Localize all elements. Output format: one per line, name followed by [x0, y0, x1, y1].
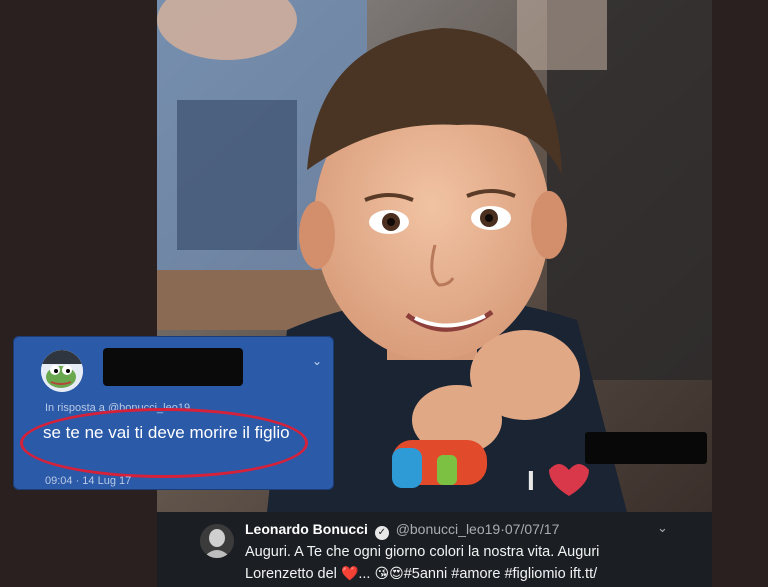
svg-text:I: I [527, 465, 535, 496]
tweet-author-name[interactable]: Leonardo Bonucci [245, 521, 368, 537]
main-tweet-card: Leonardo Bonucci ✓ @bonucci_leo19·07/07/… [157, 512, 712, 587]
tweet-header: Leonardo Bonucci ✓ @bonucci_leo19·07/07/… [245, 521, 559, 540]
reply-tweet-card: ⌄ In risposta a @bonucci_leo19 se te ne … [13, 336, 334, 490]
tweet-ellipsis: ... [358, 566, 371, 582]
redaction-bar [585, 432, 707, 464]
profile-avatar-icon [200, 524, 234, 558]
chevron-down-icon[interactable]: ⌄ [312, 354, 322, 368]
frog-avatar-icon [41, 350, 83, 392]
emoji-faces-icon: 😘😍 [374, 565, 404, 581]
reply-timestamp: 09:04 · 14 Lug 17 [45, 475, 132, 487]
tweet-hashtags[interactable]: #5anni #amore #figliomio ift.tt/ [404, 566, 597, 582]
tweet-author-handle[interactable]: @bonucci_leo19 [396, 521, 501, 537]
reply-avatar [41, 350, 83, 392]
red-highlight-oval [20, 408, 308, 478]
heart-icon: ❤️ [340, 565, 359, 581]
tweet-date[interactable]: 07/07/17 [505, 521, 560, 537]
tweet-text-prefix: Lorenzetto del [245, 566, 337, 582]
tweet-text-line1: Auguri. A Te che ogni giorno colori la n… [245, 544, 600, 560]
redacted-username [103, 348, 243, 386]
tweet-avatar[interactable] [200, 524, 234, 558]
verified-badge-icon: ✓ [374, 526, 389, 540]
tweet-text: Auguri. A Te che ogni giorno colori la n… [245, 542, 705, 585]
chevron-down-icon[interactable]: ⌄ [657, 520, 668, 536]
tweet-text-line2: Lorenzetto del ❤️... 😘😍#5anni #amore #fi… [245, 563, 705, 585]
